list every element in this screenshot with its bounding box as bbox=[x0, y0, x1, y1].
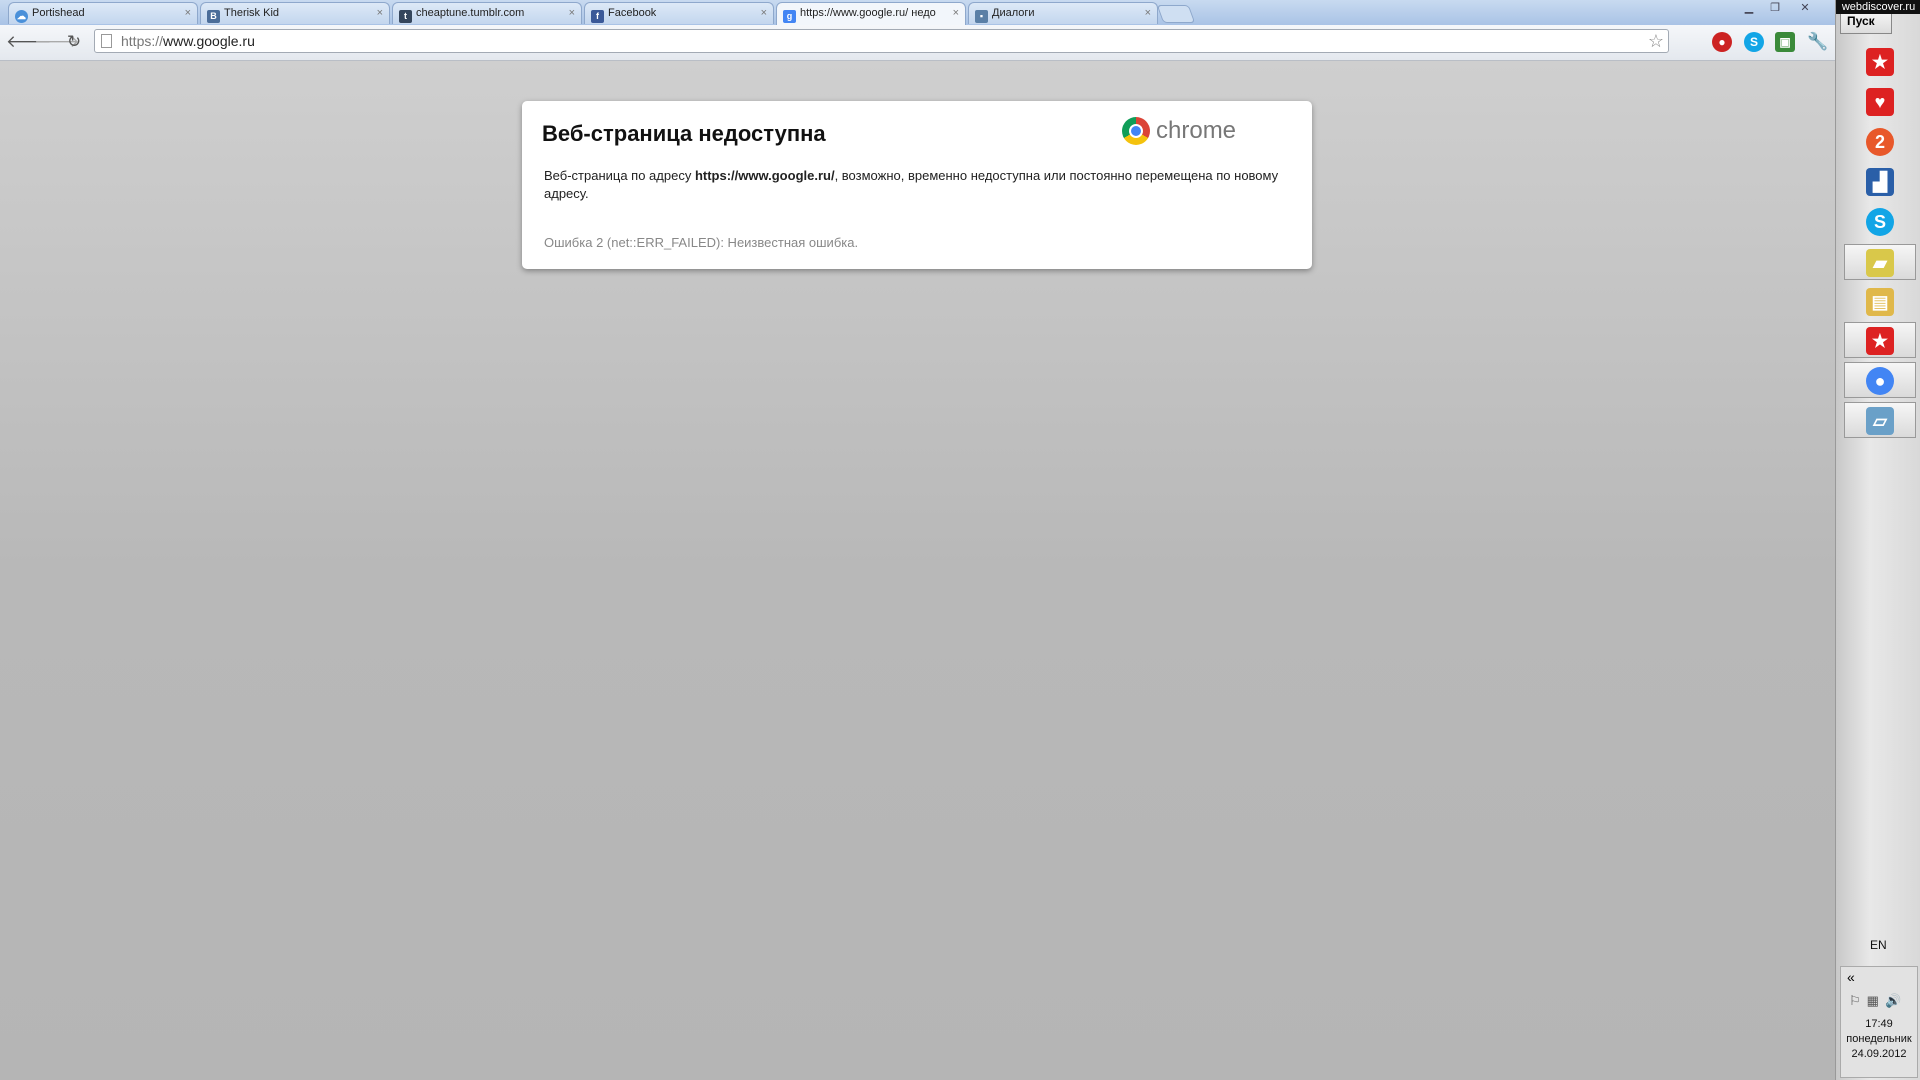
taskbar-sticky-notes[interactable]: ▰ bbox=[1844, 244, 1916, 280]
tab-strip: ☁ Portishead × В Therisk Kid × t cheaptune.… bbox=[0, 0, 1835, 25]
system-tray: « ⚐▦🔊 17:49 понедельник 24.09.2012 bbox=[1840, 966, 1918, 1078]
chrome-icon: ● bbox=[1866, 366, 1894, 395]
forward-button[interactable]: 🡒 bbox=[34, 31, 80, 53]
windows-taskbar: Пуск webdiscover.ru ★ ♥ 2 ▟ S ▰ ▤ ★ ● ▱ … bbox=[1835, 0, 1920, 1080]
back-button[interactable]: 🡐 bbox=[6, 31, 52, 53]
pokerstars-icon: ★ bbox=[1866, 326, 1894, 355]
sticky-notes-icon: ▰ bbox=[1866, 248, 1894, 277]
error-title: Веб-страница недоступна bbox=[542, 121, 826, 146]
tumblr-icon: t bbox=[399, 10, 412, 23]
skype-icon: S bbox=[1866, 207, 1894, 236]
tab-facebook[interactable]: f Facebook × bbox=[584, 2, 774, 24]
error-panel: Веб-страница недоступна chrome Веб-стран… bbox=[522, 101, 1312, 269]
vk-icon: В bbox=[207, 10, 220, 23]
restore-button[interactable]: ❐ bbox=[1762, 0, 1788, 16]
close-window-button[interactable]: ✕ bbox=[1792, 0, 1818, 16]
taskbar-pokerstars[interactable]: ★ bbox=[1844, 44, 1916, 80]
volume-icon[interactable]: 🔊 bbox=[1885, 993, 1907, 1008]
tab-close-icon[interactable]: × bbox=[953, 3, 959, 24]
taskbar-chart-app[interactable]: ▟ bbox=[1844, 164, 1916, 200]
chat-icon: ▪ bbox=[975, 10, 988, 23]
tab-close-icon[interactable]: × bbox=[185, 3, 191, 24]
skype-extension-icon[interactable]: S bbox=[1744, 32, 1764, 52]
facebook-icon: f bbox=[591, 10, 604, 23]
tab-close-icon[interactable]: × bbox=[761, 3, 767, 24]
browser-window: ☁ Portishead × В Therisk Kid × t cheaptune.… bbox=[0, 0, 1835, 1080]
pokerstars-icon: ★ bbox=[1866, 47, 1894, 76]
tab-portishead[interactable]: ☁ Portishead × bbox=[8, 2, 198, 24]
flag-icon[interactable]: ⚐ bbox=[1849, 993, 1867, 1008]
google-icon: g bbox=[783, 10, 796, 23]
wrench-menu-icon[interactable]: 🔧 bbox=[1807, 32, 1828, 52]
tab-close-icon[interactable]: × bbox=[377, 3, 383, 24]
tab-close-icon[interactable]: × bbox=[569, 3, 575, 24]
minimize-button[interactable]: ▁ bbox=[1736, 0, 1762, 16]
tab-cheaptune[interactable]: t cheaptune.tumblr.com × bbox=[392, 2, 582, 24]
chart-app-icon: ▟ bbox=[1866, 167, 1894, 196]
taskbar-notepad-window[interactable]: ▱ bbox=[1844, 402, 1916, 438]
photo-extension-icon[interactable]: ▣ bbox=[1775, 32, 1795, 52]
taskbar-chrome-window[interactable]: ● bbox=[1844, 362, 1916, 398]
error-code: Ошибка 2 (net::ERR_FAILED): Неизвестная … bbox=[544, 235, 859, 250]
taskbar-pokerstars-window[interactable]: ★ bbox=[1844, 322, 1916, 358]
taskbar-badge-2[interactable]: 2 bbox=[1844, 124, 1916, 160]
cloud-icon: ☁ bbox=[15, 10, 28, 23]
error-url: https://www.google.ru/ bbox=[694, 168, 835, 183]
tab-therisk-kid[interactable]: В Therisk Kid × bbox=[200, 2, 390, 24]
network-icon[interactable]: ▦ bbox=[1867, 993, 1885, 1008]
tab-google-active[interactable]: g https://www.google.ru/ недо × bbox=[776, 2, 966, 25]
watermark: webdiscover.ru bbox=[1836, 0, 1920, 14]
adblock-extension-icon[interactable]: ● bbox=[1712, 32, 1732, 52]
language-indicator[interactable]: EN bbox=[1870, 938, 1887, 952]
toolbar: 🡐 🡒 ↻ https://www.google.ru ☆ ● S ▣ 🔧 bbox=[0, 25, 1835, 61]
clock[interactable]: 17:49 понедельник 24.09.2012 bbox=[1841, 1017, 1917, 1062]
address-bar[interactable]: https://www.google.ru ☆ bbox=[94, 29, 1669, 53]
tray-icons: ⚐▦🔊 bbox=[1849, 993, 1907, 1009]
taskbar-skype[interactable]: S bbox=[1844, 204, 1916, 240]
folder-icon: ▤ bbox=[1866, 287, 1894, 316]
url-text[interactable]: https://www.google.ru bbox=[121, 33, 255, 49]
taskbar-heart-app[interactable]: ♥ bbox=[1844, 84, 1916, 120]
tab-close-icon[interactable]: × bbox=[1145, 3, 1151, 24]
chrome-icon bbox=[1122, 117, 1150, 145]
bookmark-star-icon[interactable]: ☆ bbox=[1648, 30, 1664, 52]
badge-2-icon: 2 bbox=[1866, 127, 1894, 156]
tab-dialogs[interactable]: ▪ Диалоги × bbox=[968, 2, 1158, 24]
tray-expand-button[interactable]: « bbox=[1847, 969, 1855, 985]
reload-button[interactable]: ↻ bbox=[63, 31, 85, 53]
new-tab-button[interactable] bbox=[1156, 5, 1196, 23]
error-description: Веб-страница по адресу https://www.googl… bbox=[544, 168, 1279, 201]
page-content: Веб-страница недоступна chrome Веб-стран… bbox=[0, 61, 1835, 1080]
page-icon bbox=[101, 34, 112, 48]
heart-app-icon: ♥ bbox=[1866, 87, 1894, 116]
notepad-icon: ▱ bbox=[1866, 406, 1894, 435]
taskbar-folder[interactable]: ▤ bbox=[1844, 284, 1916, 320]
